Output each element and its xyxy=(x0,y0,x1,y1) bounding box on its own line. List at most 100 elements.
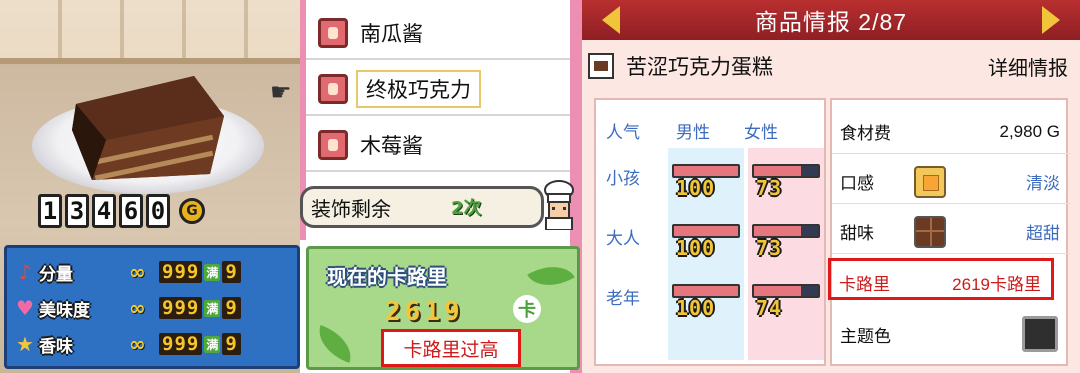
age-label-child: 小孩 xyxy=(606,169,640,188)
calorie-warning: 卡路里过高 xyxy=(381,329,521,367)
product-name-row: 苦涩巧克力蛋糕 详细情报 xyxy=(582,46,1080,86)
jar-icon xyxy=(318,130,348,160)
ingredient-cost-label: 食材费 xyxy=(840,124,891,143)
stat-label: 分量 xyxy=(39,264,73,285)
current-calorie-panel: 现在的卡路里 2619 卡 卡路里过高 xyxy=(306,246,580,370)
product-name: 苦涩巧克力蛋糕 xyxy=(626,56,773,79)
shelf-edge xyxy=(0,58,300,64)
ingredient-cost-value: 2,980 G xyxy=(999,121,1061,141)
heart-icon: ♥ xyxy=(16,296,34,320)
theme-color-swatch xyxy=(1022,316,1058,352)
list-item-ultimate-chocolate[interactable]: 终极巧克力 xyxy=(306,64,570,116)
game-screen: 1 3 4 6 0 G ♪ 分量 ∞ 999 满 9 ♥ 美味度 ∞ 999 满… xyxy=(0,0,1080,373)
decoration-remaining-bubble: 装饰剩余 2次 xyxy=(300,186,544,228)
calorie-row-highlight: 卡路里 2619卡路里 xyxy=(828,258,1054,300)
decoration-label: 装饰剩余 xyxy=(311,198,391,221)
popularity-bar-male: 100 xyxy=(672,284,740,324)
calorie-panel-title: 现在的卡路里 xyxy=(327,265,447,289)
product-info-title: 商品情报 2/87 xyxy=(754,9,908,35)
popularity-bar-male: 100 xyxy=(672,224,740,264)
star-icon: ★ xyxy=(16,332,34,356)
ingredient-cost-row: 食材费 2,980 G xyxy=(832,110,1070,154)
theme-color-row: 主题色 xyxy=(832,312,1070,356)
texture-label: 口感 xyxy=(840,174,874,193)
calorie-unit-badge: 卡 xyxy=(513,295,541,323)
popularity-value: 74 xyxy=(756,296,783,320)
popularity-value: 100 xyxy=(676,236,716,260)
decoration-count: 2次 xyxy=(451,198,482,219)
infinity-icon: ∞ xyxy=(129,260,146,284)
counter-digit: 6 xyxy=(119,194,143,228)
counter-digit: 0 xyxy=(146,194,170,228)
popularity-header: 人气 xyxy=(606,123,640,142)
popularity-value: 100 xyxy=(676,296,716,320)
stats-panel: ♪ 分量 ∞ 999 满 9 ♥ 美味度 ∞ 999 满 9 ★ 香味 ∞ 99… xyxy=(4,245,300,369)
calorie-value: 2619 xyxy=(385,297,464,327)
product-info-header: 商品情报 2/87 xyxy=(582,0,1080,40)
next-arrow-icon[interactable] xyxy=(1042,6,1060,34)
popularity-bar-male: 100 xyxy=(672,164,740,204)
jar-icon xyxy=(318,18,348,48)
male-header: 男性 xyxy=(676,123,710,142)
counter-digit: 1 xyxy=(38,194,62,228)
stat-value: 999 xyxy=(159,333,203,355)
female-header: 女性 xyxy=(744,123,778,142)
list-item-pumpkin-jam[interactable]: 南瓜酱 xyxy=(306,8,570,60)
sweetness-row: 甜味 超甜 xyxy=(832,210,1070,254)
infinity-icon: ∞ xyxy=(129,296,146,320)
texture-value: 清淡 xyxy=(1026,174,1060,193)
texture-icon xyxy=(914,165,946,198)
prev-arrow-icon[interactable] xyxy=(602,6,620,34)
popularity-value: 100 xyxy=(676,176,716,200)
note-icon: ♪ xyxy=(18,260,32,284)
sweetness-value: 超甜 xyxy=(1026,224,1060,243)
chocolate-bar-icon xyxy=(914,215,946,248)
age-label-adult: 大人 xyxy=(606,229,640,248)
calorie-info-value: 2619卡路里 xyxy=(952,275,1041,294)
product-stats-table: 食材费 2,980 G 口感 清淡 甜味 超甜 主题色 xyxy=(830,98,1070,366)
popularity-bar-female: 73 xyxy=(752,224,820,264)
popularity-bar-female: 74 xyxy=(752,284,820,324)
popularity-value: 73 xyxy=(756,236,783,260)
gold-coin-icon: G xyxy=(179,198,205,224)
product-info-panel: 商品情报 2/87 苦涩巧克力蛋糕 详细情报 人气 男性 女性 小孩 大人 老年… xyxy=(582,0,1080,373)
chef-avatar-icon xyxy=(544,180,574,230)
stat-row-taste: ♥ 美味度 ∞ 999 满 9 xyxy=(11,290,293,326)
stat-row-aroma: ★ 香味 ∞ 999 满 9 xyxy=(11,326,293,362)
stat-level: 9 xyxy=(222,333,241,355)
stat-level: 9 xyxy=(222,297,241,319)
stat-label: 香味 xyxy=(39,336,73,357)
max-tag: 满 xyxy=(204,299,221,317)
cake-icon xyxy=(588,53,614,79)
max-tag: 满 xyxy=(204,263,221,281)
leaf-icon xyxy=(527,254,575,298)
leaf-icon xyxy=(311,324,359,364)
stat-value: 999 xyxy=(159,297,203,319)
stat-row-quantity: ♪ 分量 ∞ 999 满 9 xyxy=(11,254,293,290)
list-item-label: 南瓜酱 xyxy=(360,23,423,46)
infinity-icon: ∞ xyxy=(129,332,146,356)
detail-info-button[interactable]: 详细情报 xyxy=(988,52,1068,81)
popularity-table: 人气 男性 女性 小孩 大人 老年 100 73 100 73 100 74 xyxy=(594,98,826,366)
stat-level: 9 xyxy=(222,261,241,283)
jar-icon xyxy=(318,74,348,104)
theme-color-label: 主题色 xyxy=(840,326,891,346)
sweetness-label: 甜味 xyxy=(840,224,874,243)
stat-label: 美味度 xyxy=(39,300,90,321)
calorie-counter: 1 3 4 6 0 G xyxy=(38,194,205,228)
popularity-bar-female: 73 xyxy=(752,164,820,204)
counter-digit: 3 xyxy=(65,194,89,228)
max-tag: 满 xyxy=(204,335,221,353)
counter-digit: 4 xyxy=(92,194,116,228)
popularity-value: 73 xyxy=(756,176,783,200)
calorie-label: 卡路里 xyxy=(839,275,890,294)
age-label-senior: 老年 xyxy=(606,289,640,308)
chocolate-cake-image xyxy=(72,76,224,180)
list-item-label: 木莓酱 xyxy=(360,135,423,158)
texture-row: 口感 清淡 xyxy=(832,160,1070,204)
list-item-label: 终极巧克力 xyxy=(366,79,471,102)
kitchen-shelf xyxy=(0,0,300,60)
stat-value: 999 xyxy=(159,261,203,283)
pointer-hand-icon: ☛ xyxy=(270,78,292,106)
list-item-raspberry-jam[interactable]: 木莓酱 xyxy=(306,120,570,172)
